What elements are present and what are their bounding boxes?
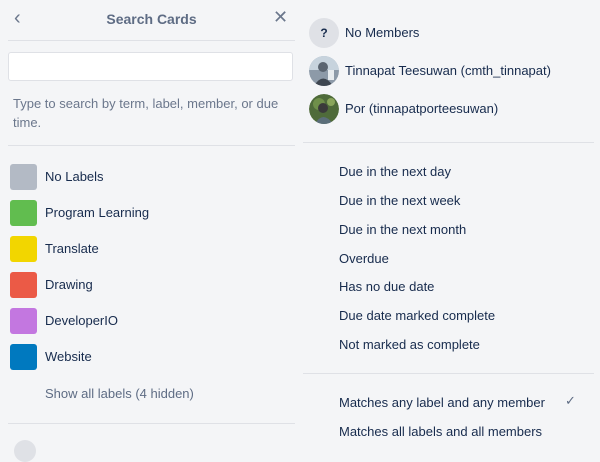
member-name: Tinnapat Teesuwan (cmth_tinnapat) [345, 63, 551, 78]
label-swatch [10, 200, 37, 226]
divider [8, 423, 295, 424]
label-option-no-labels[interactable]: No Labels [10, 164, 293, 190]
panel-header: ‹ Search Cards ✕ [0, 0, 303, 40]
avatar [309, 94, 339, 124]
avatar [309, 56, 339, 86]
member-option-por[interactable]: Por (tinnapatporteesuwan) [309, 94, 594, 124]
label-option-website[interactable]: Website [10, 344, 293, 370]
label-name: Translate [45, 241, 99, 256]
label-swatch [10, 164, 37, 190]
due-option-marked-complete[interactable]: Due date marked complete [339, 308, 495, 323]
search-hint: Type to search by term, label, member, o… [13, 96, 279, 130]
checkmark-icon: ✓ [565, 393, 576, 408]
due-option-not-complete[interactable]: Not marked as complete [339, 337, 480, 352]
due-option-no-due-date[interactable]: Has no due date [339, 279, 434, 294]
divider [303, 142, 594, 143]
search-input[interactable] [9, 53, 292, 80]
label-option-translate[interactable]: Translate [10, 236, 293, 262]
avatar[interactable] [14, 440, 36, 462]
label-name: No Labels [45, 169, 104, 184]
search-field[interactable] [8, 52, 293, 81]
label-option-program-learning[interactable]: Program Learning [10, 200, 293, 226]
label-name: Drawing [45, 277, 93, 292]
due-option-next-day[interactable]: Due in the next day [339, 164, 451, 179]
label-name: Program Learning [45, 205, 150, 220]
member-option-tinnapat-teesuwan[interactable]: Tinnapat Teesuwan (cmth_tinnapat) [309, 56, 594, 86]
member-name: Por (tinnapatporteesuwan) [345, 101, 499, 116]
due-option-overdue[interactable]: Overdue [339, 251, 389, 266]
match-any-option[interactable]: Matches any label and any member [339, 395, 545, 410]
divider [303, 373, 594, 374]
label-swatch [10, 236, 37, 262]
due-option-next-month[interactable]: Due in the next month [339, 222, 466, 237]
label-swatch [10, 308, 37, 334]
label-name: Website [45, 349, 92, 364]
label-swatch [10, 344, 37, 370]
due-option-next-week[interactable]: Due in the next week [339, 193, 460, 208]
label-name: DeveloperIO [45, 313, 118, 328]
question-mark-icon: ? [309, 18, 339, 48]
member-option-no-members[interactable]: ? No Members [309, 18, 594, 48]
divider [8, 145, 295, 146]
member-name: No Members [345, 25, 420, 40]
search-cards-panel: ‹ Search Cards ✕ Type to search by term,… [0, 0, 303, 462]
show-all-labels-link[interactable]: Show all labels (4 hidden) [45, 386, 194, 401]
filter-options-panel: ? No Members Tinnapat Teesuwan (cmth_tin… [303, 0, 600, 446]
close-icon[interactable]: ✕ [273, 7, 289, 27]
label-swatch [10, 272, 37, 298]
divider [8, 40, 295, 41]
panel-title: Search Cards [106, 11, 197, 27]
label-option-developerio[interactable]: DeveloperIO [10, 308, 293, 334]
match-all-option[interactable]: Matches all labels and all members [339, 424, 542, 439]
label-option-drawing[interactable]: Drawing [10, 272, 293, 298]
